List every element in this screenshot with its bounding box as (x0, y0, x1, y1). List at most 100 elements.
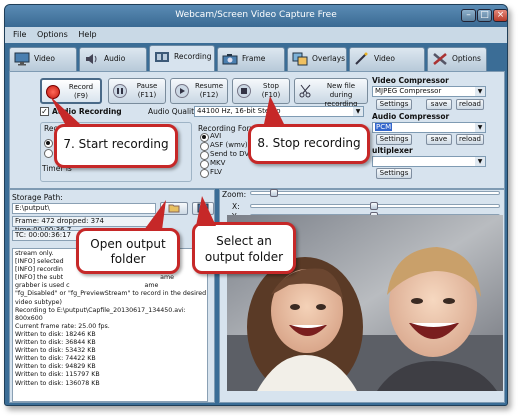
new-file-label-1: New file during (326, 82, 356, 99)
chevron-down-icon: ▼ (353, 107, 363, 116)
record-label: Record (68, 83, 94, 91)
log-line: Current frame rate: 25.00 fps. (15, 322, 110, 330)
tab-audio-label: Audio (104, 54, 126, 63)
monitor-icon (14, 52, 30, 66)
log-line: "fg_Disabled" or "fg_PreviewStream" to r… (15, 290, 207, 298)
video-settings-button[interactable]: Settings (376, 99, 412, 110)
video-reload-button[interactable]: reload (456, 99, 484, 110)
pause-icon (113, 84, 127, 98)
tab-recording-label: Recording (174, 52, 212, 61)
pause-shortcut: (F11) (137, 91, 157, 99)
log-line: Recording to E:\putput\Capfile_20130617_… (15, 306, 186, 314)
tools-icon (433, 53, 447, 65)
log-line: Written to disk: 53432 KB (15, 347, 96, 355)
tab-strip: Video Source Audio Recording Frame Grabb… (9, 45, 505, 85)
audio-compressor-label: Audio Compressor (372, 112, 450, 121)
menu-bar: File Options Help (5, 27, 507, 43)
tab-audio[interactable]: Audio (79, 47, 147, 71)
x-slider-thumb[interactable] (370, 202, 378, 210)
camera-icon (222, 54, 238, 65)
pause-label: Pause (136, 82, 158, 90)
format-flv-radio[interactable]: FLV (200, 168, 222, 178)
callout-open-folder-text: Open output folder (90, 237, 166, 266)
chevron-down-icon: ▼ (475, 123, 485, 132)
zoom-slider[interactable] (250, 191, 500, 195)
audio-settings-button[interactable]: Settings (376, 134, 412, 145)
pause-button[interactable]: Pause (F11) (108, 78, 166, 104)
callout-select-folder-text: Select an output folder (204, 234, 284, 264)
log-line-text: grabber is used c (15, 282, 70, 290)
callout-select-pointer (196, 196, 216, 226)
window-title: Webcam/Screen Video Capture Free (175, 10, 337, 20)
storage-path-input[interactable]: E:\putput\ (12, 203, 156, 214)
multiplexer-settings-button[interactable]: Settings (376, 168, 412, 179)
log-line-text: [INFO] the subt (15, 274, 64, 282)
format-asf-radio[interactable]: ASF (wmv) (200, 141, 248, 151)
storage-panel: Storage Path: E:\putput\ Frame: 472 drop… (9, 189, 215, 403)
log-line: Written to disk: 36844 KB (15, 339, 96, 347)
tab-overlays[interactable]: Overlays (287, 47, 347, 71)
tab-recording[interactable]: Recording (149, 45, 215, 71)
log-line: Written to disk: 115797 KB (15, 371, 100, 379)
video-compressor-value: MJPEG Compressor (375, 87, 442, 95)
callout-stop-pointer (264, 96, 284, 124)
format-mkv-radio[interactable]: MKV (200, 159, 225, 169)
audio-quality-label: Audio Quality: (148, 107, 201, 116)
multiplexer-label: ultiplexer (372, 146, 413, 155)
x-label: X: (232, 202, 240, 211)
chevron-down-icon: ▼ (475, 87, 485, 96)
callout-open-folder: Open output folder (76, 228, 180, 274)
app-window: Webcam/Screen Video Capture Free – □ × F… (4, 4, 508, 406)
tab-overlays-label: Overlays (312, 54, 346, 63)
log-line: [INFO] the subt ame (15, 274, 205, 282)
log-line: Written to disk: 74422 KB (15, 355, 96, 363)
scissors-icon (299, 84, 313, 98)
tab-video-source[interactable]: Video Source (9, 47, 77, 85)
speaker-icon (86, 54, 97, 64)
video-compressor-label: Video Compressor (372, 76, 449, 85)
resume-icon (175, 84, 189, 98)
log-line-tail: ame (144, 282, 159, 290)
zoom-slider-thumb[interactable] (270, 189, 278, 197)
resume-button[interactable]: Resume (F12) (170, 78, 228, 104)
close-icon[interactable]: × (493, 9, 507, 22)
callout-stop-recording: 8. Stop recording (248, 124, 370, 164)
audio-save-button[interactable]: save (426, 134, 452, 145)
tab-video-processing[interactable]: Video Processing (349, 47, 425, 85)
menu-options[interactable]: Options (37, 30, 68, 39)
log-line: video subtype) (15, 298, 62, 306)
frame-status: Frame: 472 dropped: 374 time:00:00:36 7 (12, 216, 156, 234)
zoom-label: Zoom: (222, 190, 247, 199)
stop-icon (237, 84, 251, 98)
video-compressor-select[interactable]: MJPEG Compressor ▼ (372, 86, 486, 97)
log-line: Written to disk: 18246 KB (15, 330, 96, 338)
format-avi-radio[interactable]: AVI (200, 132, 221, 142)
log-line: 800x600 (15, 314, 43, 322)
resume-label: Resume (194, 82, 224, 90)
log-line: Written to disk: 136078 KB (15, 379, 100, 387)
resume-shortcut: (F12) (199, 91, 219, 99)
log-line: Written to disk: 94829 KB (15, 363, 96, 371)
audio-compressor-select[interactable]: PCM ▼ (372, 122, 486, 133)
audio-reload-button[interactable]: reload (456, 134, 484, 145)
multiplexer-select[interactable]: ▼ (372, 156, 486, 167)
callout-start-pointer (50, 96, 80, 126)
maximize-icon[interactable]: □ (477, 9, 492, 22)
callout-open-pointer (144, 200, 166, 230)
tab-options[interactable]: Options (427, 47, 487, 71)
video-save-button[interactable]: save (426, 99, 452, 110)
callout-stop-text: 8. Stop recording (257, 136, 361, 150)
menu-help[interactable]: Help (78, 30, 96, 39)
callout-start-recording: 7. Start recording (54, 124, 178, 168)
wand-icon (355, 52, 368, 65)
title-bar[interactable]: Webcam/Screen Video Capture Free – □ × (5, 5, 507, 27)
new-file-button[interactable]: New file during recording (294, 78, 368, 108)
format-dv-radio[interactable]: Send to DV (200, 150, 249, 160)
storage-path-label: Storage Path: (12, 193, 63, 202)
tab-frame-grabber[interactable]: Frame Grabber (217, 47, 285, 85)
overlays-icon (292, 52, 308, 66)
callout-select-folder: Select an output folder (192, 222, 296, 274)
minimize-icon[interactable]: – (461, 9, 476, 22)
film-icon (155, 52, 169, 62)
menu-file[interactable]: File (13, 30, 26, 39)
